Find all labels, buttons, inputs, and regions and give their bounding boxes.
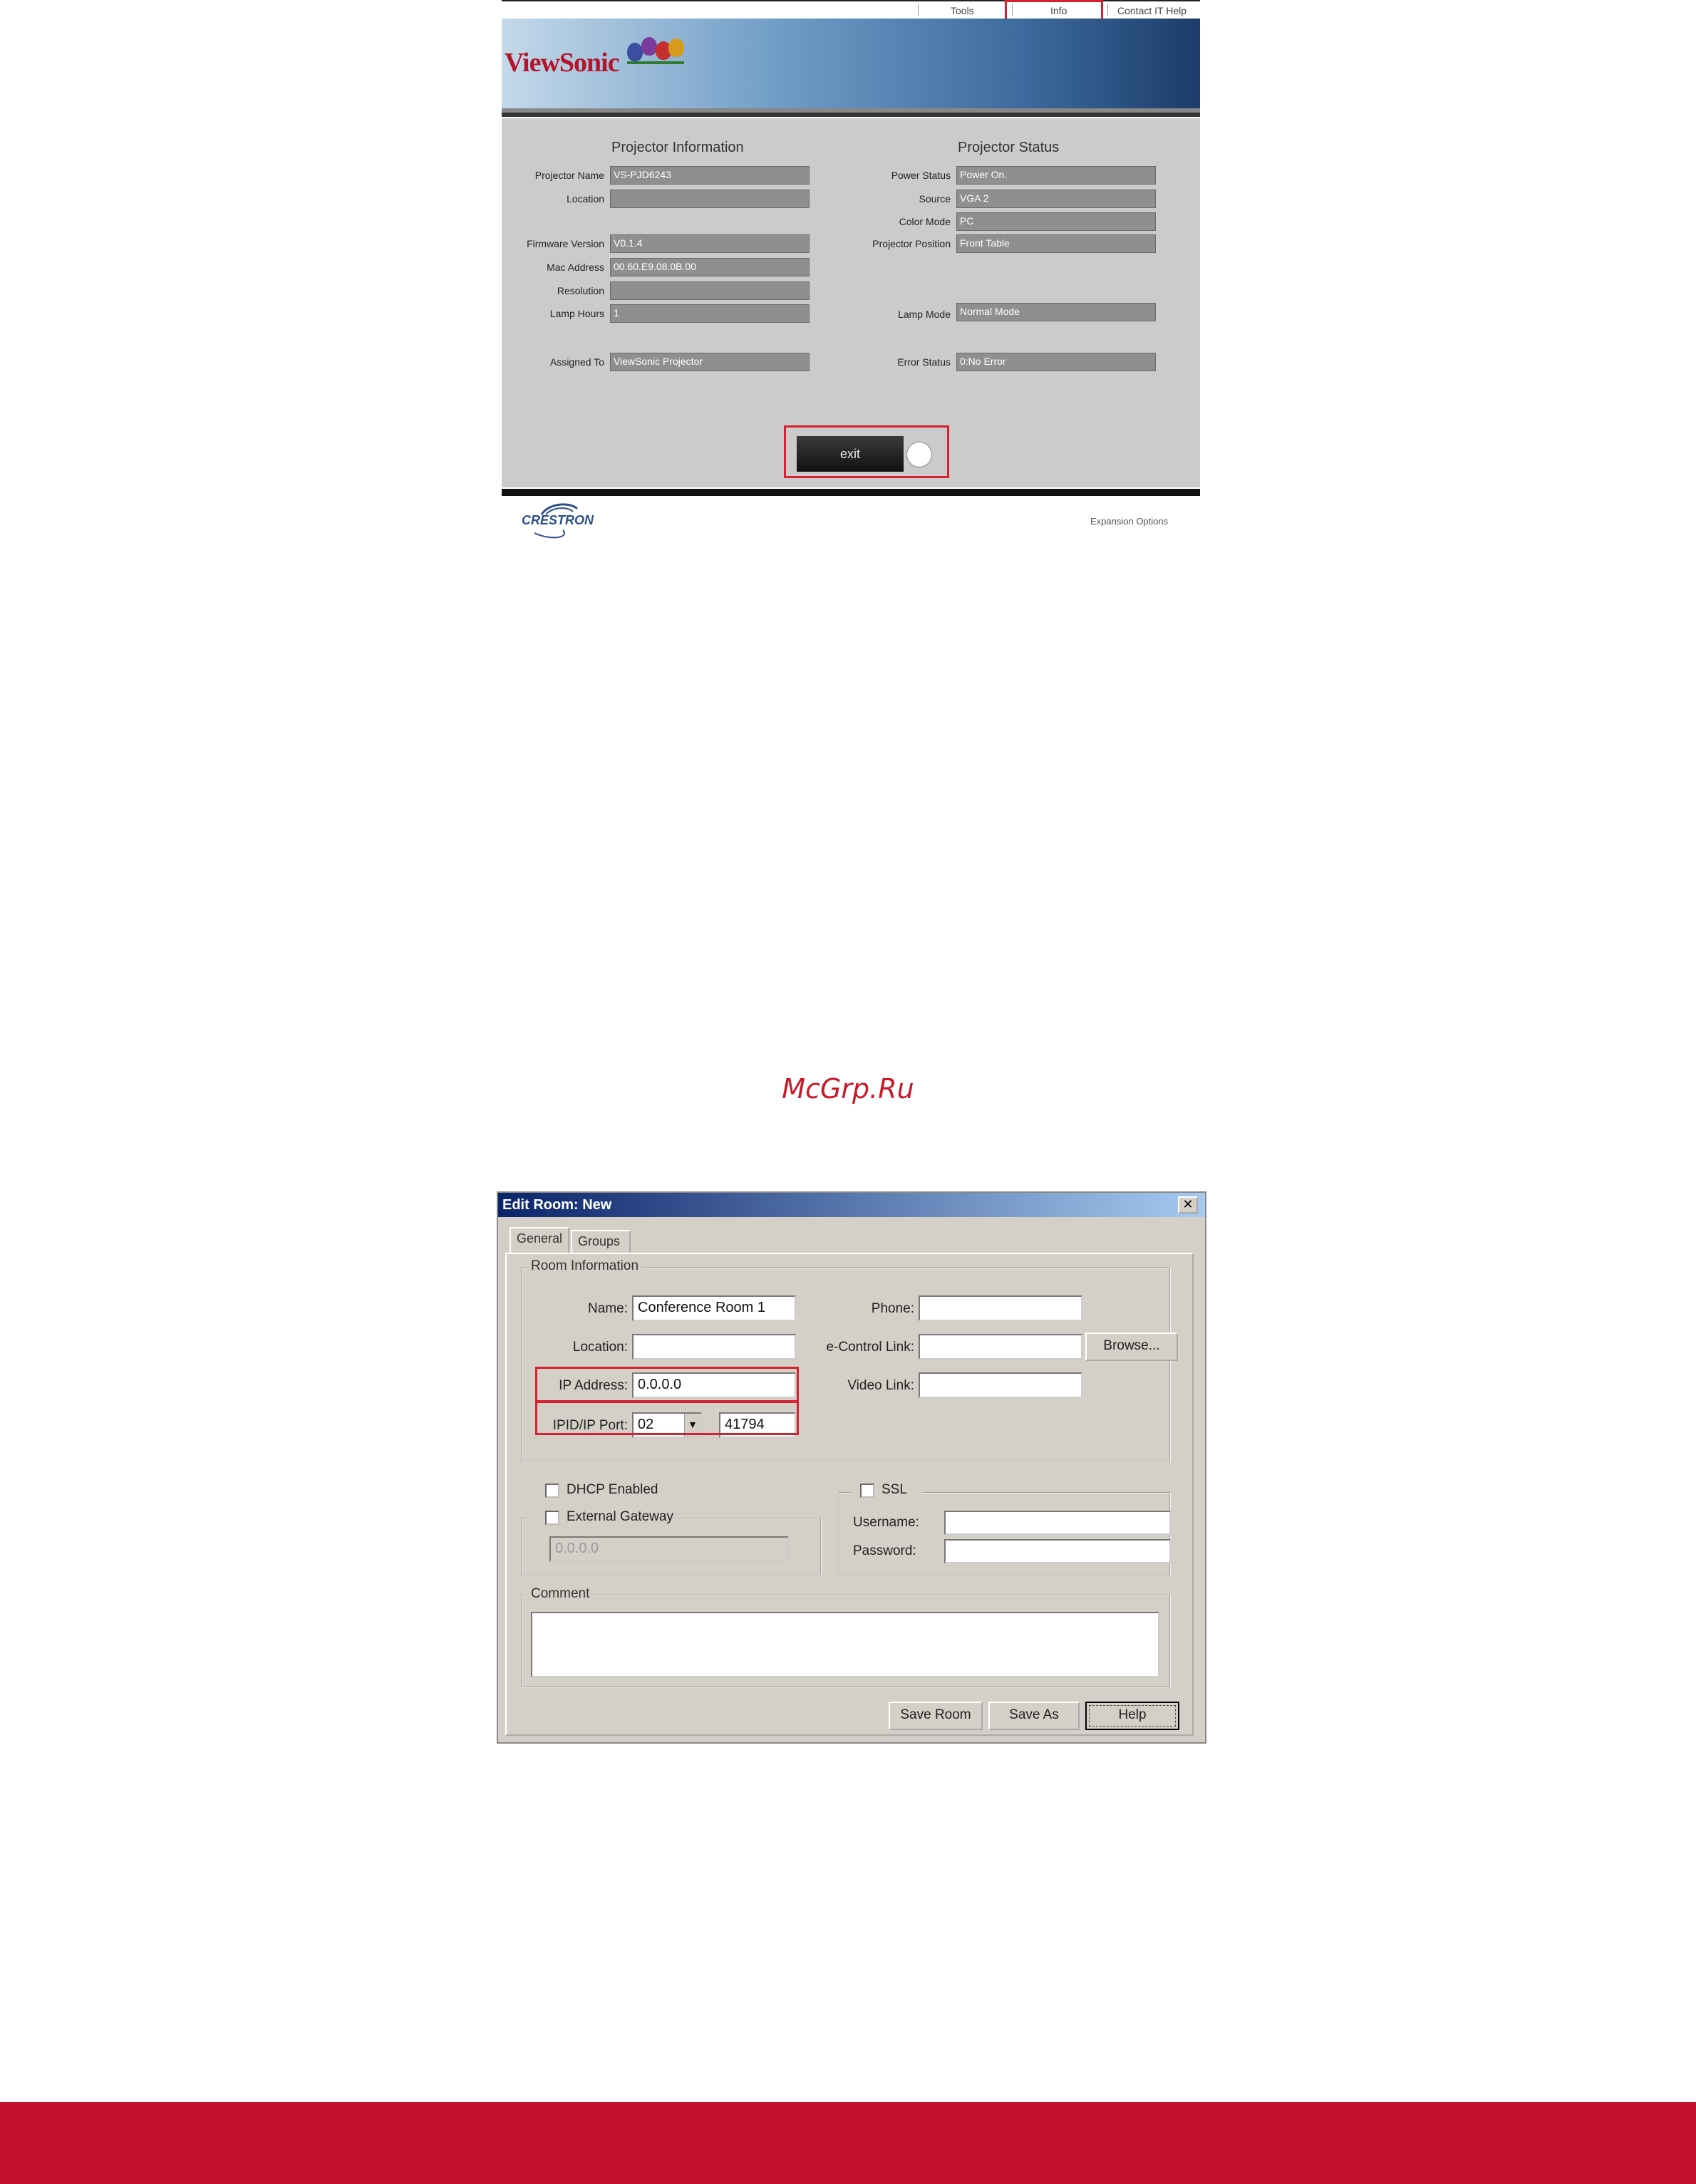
room-information-label: Room Information bbox=[528, 1258, 642, 1274]
ip-address-highlight-box bbox=[535, 1367, 799, 1402]
assigned-to-value: ViewSonic Projector bbox=[610, 353, 810, 371]
username-input[interactable] bbox=[944, 1511, 1171, 1535]
color-mode-value: PC bbox=[956, 212, 1156, 231]
header-banner: ViewSonic bbox=[502, 19, 1200, 108]
video-link-label: Video Link: bbox=[847, 1378, 914, 1393]
exit-highlight-box bbox=[784, 425, 949, 478]
nav-tools-link[interactable]: Tools bbox=[951, 5, 974, 16]
info-section-title: Projector Information bbox=[611, 140, 744, 155]
field-label: Firmware Version bbox=[527, 238, 604, 249]
tab-panel: Room Information Name: Conference Room 1… bbox=[505, 1253, 1194, 1736]
name-input[interactable]: Conference Room 1 bbox=[632, 1295, 796, 1321]
field-label: Lamp Mode bbox=[898, 309, 951, 320]
divider bbox=[502, 113, 1200, 117]
location-input[interactable] bbox=[632, 1334, 796, 1360]
username-label: Username: bbox=[853, 1515, 919, 1530]
tab-general[interactable]: General bbox=[510, 1227, 569, 1253]
lamp-hours-value: 1 bbox=[610, 304, 810, 323]
name-label: Name: bbox=[588, 1301, 628, 1316]
help-button[interactable]: Help bbox=[1085, 1702, 1179, 1730]
password-input[interactable] bbox=[944, 1539, 1171, 1563]
status-section-title: Projector Status bbox=[958, 140, 1060, 155]
edit-room-dialog: Edit Room: New ✕ General Groups Room Inf… bbox=[497, 1191, 1206, 1744]
field-label: Assigned To bbox=[549, 356, 604, 368]
field-label: Error Status bbox=[897, 356, 951, 368]
ssl-checkbox[interactable] bbox=[860, 1484, 874, 1498]
dhcp-label: DHCP Enabled bbox=[567, 1482, 658, 1497]
video-link-input[interactable] bbox=[919, 1372, 1082, 1398]
dialog-title: Edit Room: New bbox=[502, 1197, 612, 1213]
browse-button[interactable]: Browse... bbox=[1085, 1332, 1178, 1361]
phone-label: Phone: bbox=[871, 1301, 914, 1316]
save-room-button[interactable]: Save Room bbox=[889, 1702, 983, 1730]
location-label: Location: bbox=[572, 1340, 628, 1355]
mac-address-value: 00.60.E9.08.0B.00 bbox=[610, 258, 810, 276]
power-status-value: Power On. bbox=[956, 166, 1156, 185]
save-as-button[interactable]: Save As bbox=[988, 1702, 1080, 1730]
viewsonic-logo: ViewSonic bbox=[505, 48, 620, 78]
error-status-value: 0:No Error bbox=[956, 353, 1156, 371]
field-label: Power Status bbox=[891, 170, 951, 181]
resolution-value bbox=[610, 281, 810, 300]
external-gateway-label: External Gateway bbox=[567, 1509, 673, 1524]
field-label: Resolution bbox=[557, 285, 604, 296]
field-label: Mac Address bbox=[547, 262, 604, 273]
ipid-highlight-box bbox=[535, 1401, 799, 1435]
projector-position-value: Front Table bbox=[956, 234, 1156, 253]
firmware-value: V0.1.4 bbox=[610, 234, 810, 253]
footer-band bbox=[0, 2102, 1696, 2184]
field-label: Source bbox=[919, 193, 951, 205]
comment-textarea[interactable] bbox=[531, 1612, 1159, 1677]
tab-groups[interactable]: Groups bbox=[571, 1230, 631, 1253]
ssl-label: SSL bbox=[881, 1482, 907, 1497]
external-gateway-input: 0.0.0.0 bbox=[549, 1536, 789, 1562]
comment-label: Comment bbox=[528, 1586, 593, 1602]
dhcp-checkbox[interactable] bbox=[545, 1484, 559, 1498]
password-label: Password: bbox=[853, 1543, 916, 1558]
econtrol-link-input[interactable] bbox=[919, 1334, 1082, 1360]
field-label: Projector Name bbox=[534, 170, 604, 181]
nav-separator bbox=[918, 4, 919, 16]
phone-input[interactable] bbox=[919, 1295, 1082, 1321]
location-value bbox=[610, 190, 810, 208]
watermark-text: McGrp.Ru bbox=[782, 1073, 914, 1104]
top-nav: Tools Info Contact IT Help bbox=[502, 0, 1200, 24]
projector-name-value: VS-PJD6243 bbox=[610, 166, 810, 185]
external-gateway-checkbox[interactable] bbox=[545, 1511, 559, 1525]
dialog-titlebar: Edit Room: New ✕ bbox=[498, 1193, 1205, 1217]
birds-logo-icon bbox=[627, 34, 684, 70]
lamp-mode-value: Normal Mode bbox=[956, 303, 1156, 321]
expansion-options-link[interactable]: Expansion Options bbox=[1090, 516, 1168, 527]
projector-web-ui: Tools Info Contact IT Help ViewSonic Pro… bbox=[502, 0, 1200, 542]
crestron-logo-text: CRESTRON bbox=[522, 513, 594, 527]
field-label: Color Mode bbox=[899, 216, 951, 227]
field-label: Location bbox=[567, 193, 604, 205]
close-button[interactable]: ✕ bbox=[1178, 1196, 1198, 1213]
field-label: Projector Position bbox=[872, 238, 951, 249]
field-label: Lamp Hours bbox=[549, 308, 604, 319]
nav-separator bbox=[1107, 4, 1108, 16]
source-value: VGA 2 bbox=[956, 190, 1156, 208]
econtrol-link-label: e-Control Link: bbox=[826, 1340, 914, 1355]
footer-divider bbox=[502, 489, 1200, 496]
nav-contact-link[interactable]: Contact IT Help bbox=[1117, 5, 1186, 16]
